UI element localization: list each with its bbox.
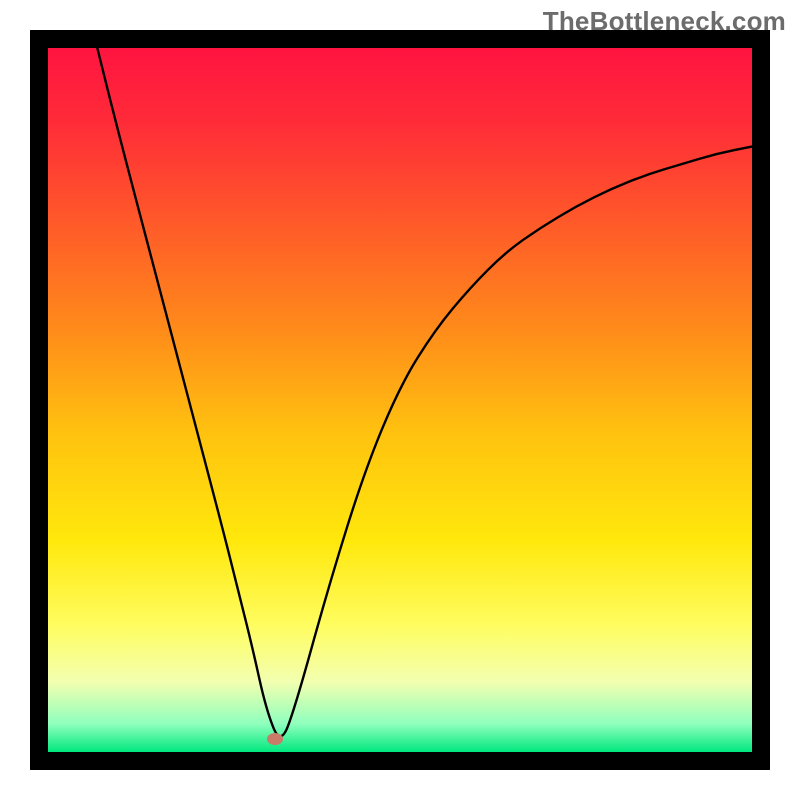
plot-area xyxy=(48,48,752,752)
minimum-marker xyxy=(267,733,283,745)
chart-root: TheBottleneck.com xyxy=(0,0,800,800)
plot-frame xyxy=(30,30,770,770)
bottleneck-curve xyxy=(48,48,752,752)
